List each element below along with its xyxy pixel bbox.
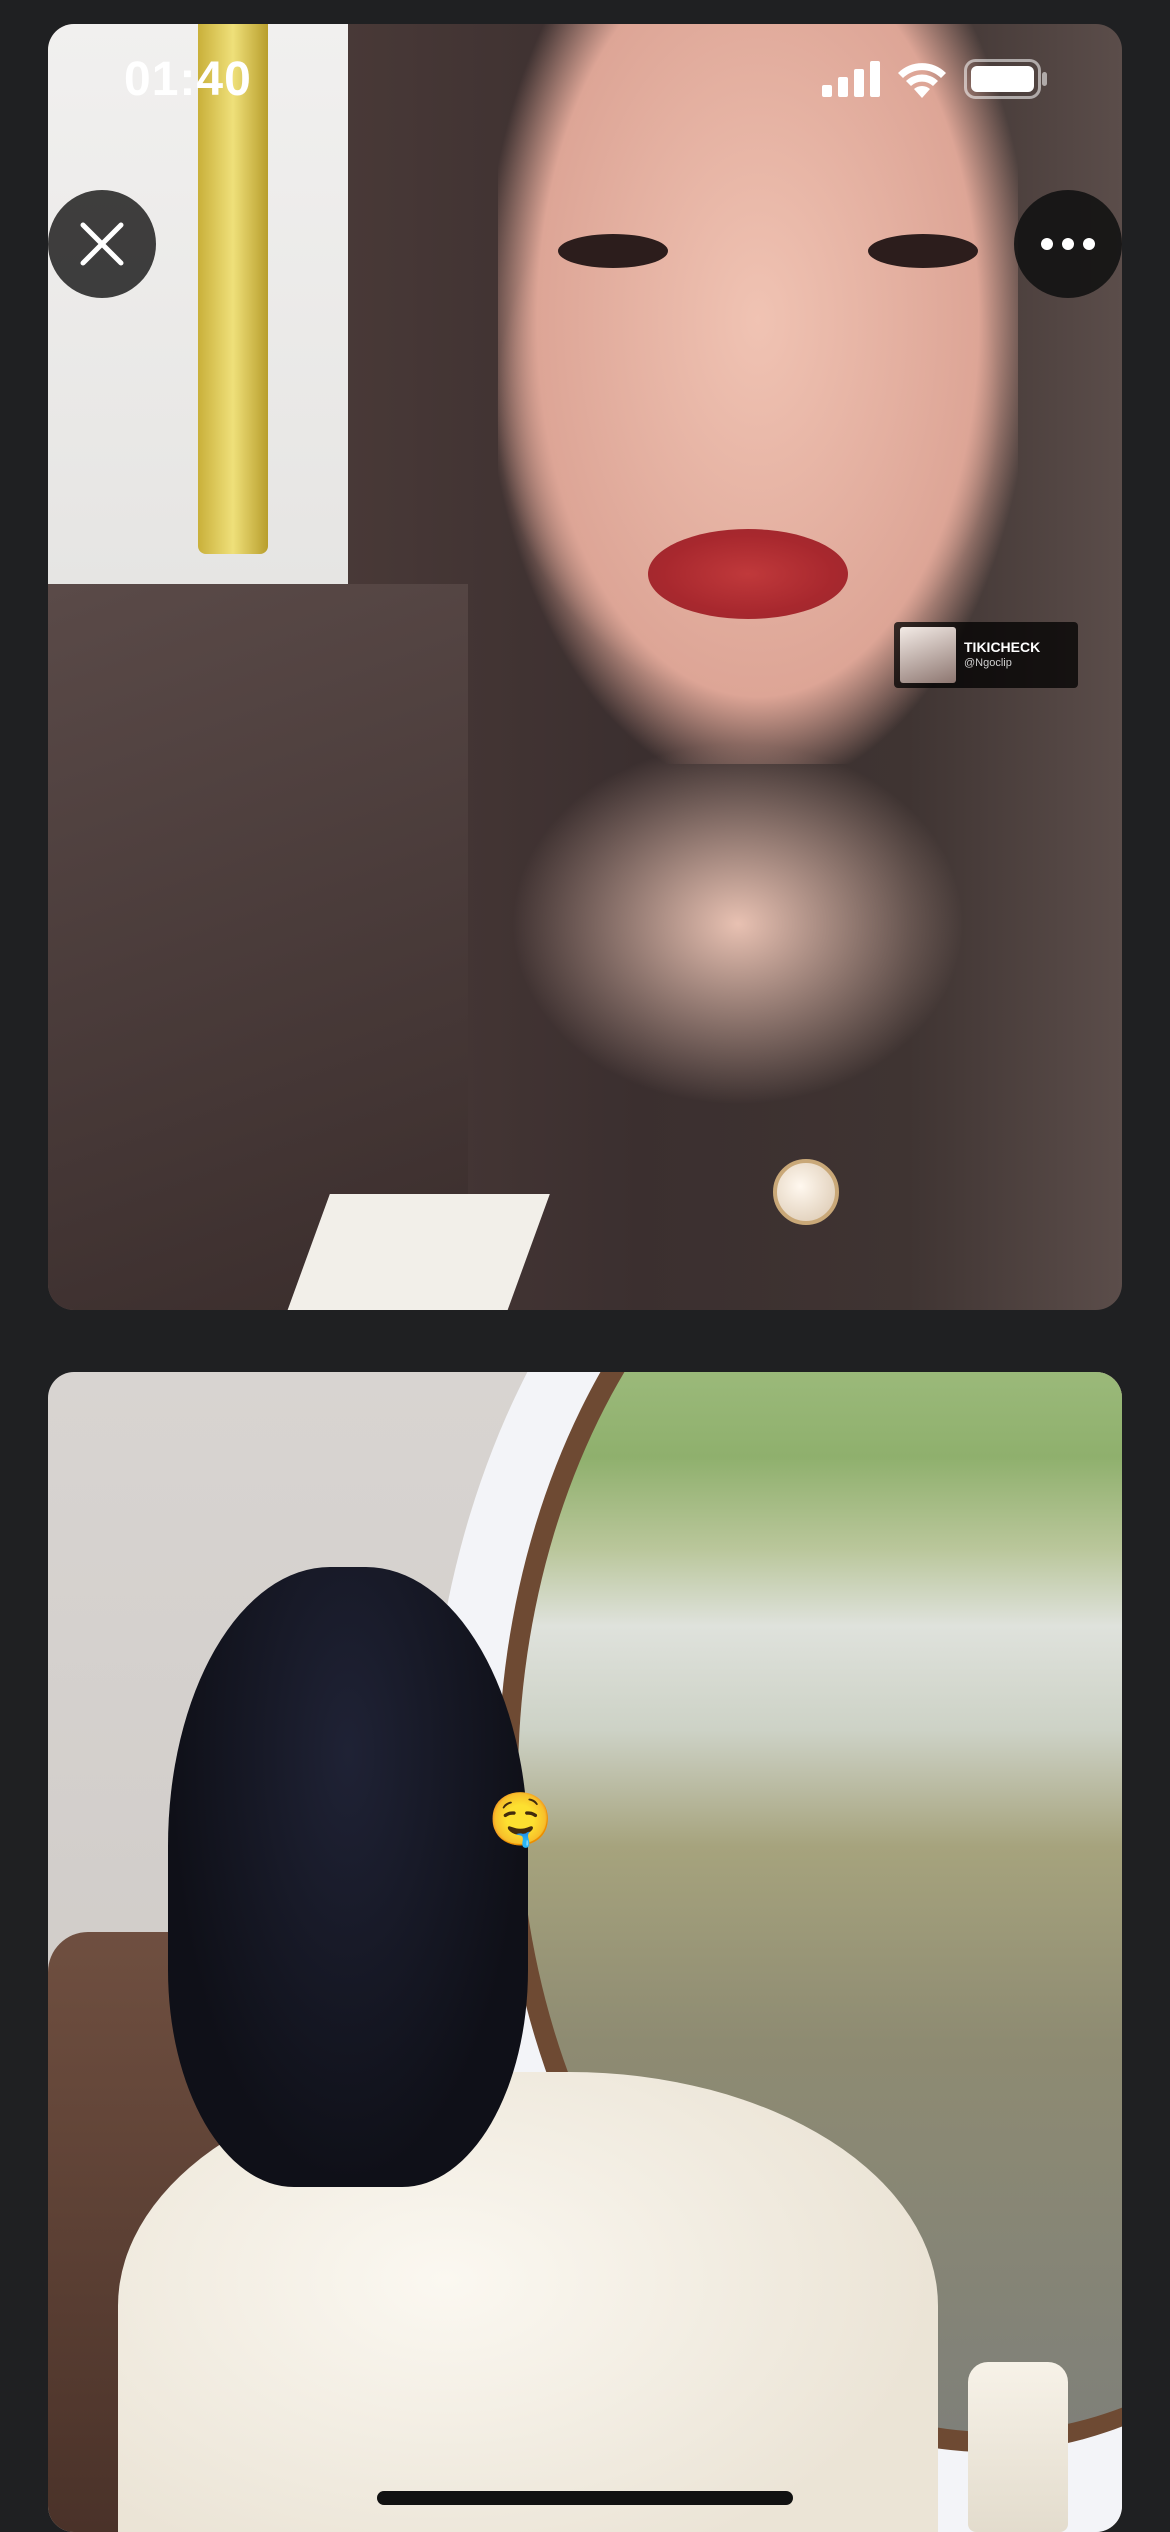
watermark-title: TIKICHECK bbox=[964, 639, 1041, 655]
photo-pendant bbox=[773, 1159, 839, 1225]
photo-cup bbox=[968, 2362, 1068, 2532]
emoji-sticker[interactable]: 🤤 bbox=[488, 1790, 553, 1850]
status-time: 01:40 bbox=[124, 52, 252, 106]
more-options-button[interactable] bbox=[1014, 190, 1122, 298]
photo-shirt bbox=[286, 1194, 550, 1310]
status-icons bbox=[822, 59, 1048, 99]
close-icon bbox=[80, 222, 124, 266]
photo-eye bbox=[868, 234, 978, 268]
battery-icon bbox=[964, 59, 1047, 99]
cellular-signal-icon bbox=[822, 61, 880, 97]
video-watermark: TIKICHECK @Ngoclip bbox=[894, 622, 1078, 688]
wifi-icon bbox=[898, 63, 946, 98]
close-button[interactable] bbox=[48, 190, 156, 298]
photo-eye bbox=[558, 234, 668, 268]
more-horizontal-icon bbox=[1041, 238, 1095, 250]
status-bar: 01:40 bbox=[48, 24, 1122, 134]
watermark-text: TIKICHECK @Ngoclip bbox=[964, 639, 1040, 671]
photo-card-2[interactable]: 🤤 bbox=[48, 1372, 1122, 2532]
home-indicator[interactable] bbox=[377, 2491, 793, 2505]
photo-card-1[interactable]: TIKICHECK @Ngoclip bbox=[48, 24, 1122, 1310]
photo-hair bbox=[168, 1567, 528, 2187]
watermark-subtitle: @Ngoclip bbox=[964, 657, 1012, 669]
watermark-thumbnail bbox=[900, 627, 956, 683]
photo-lips bbox=[648, 529, 848, 619]
